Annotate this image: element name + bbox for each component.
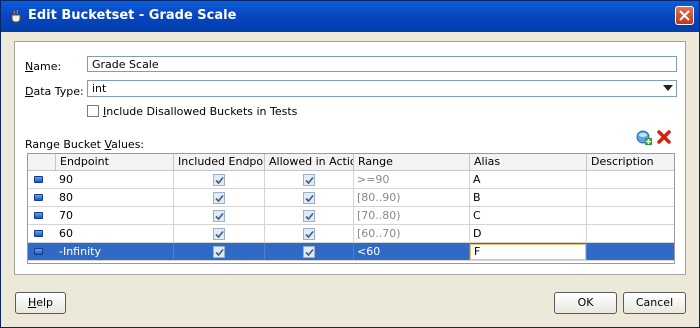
- checkmark-icon: [215, 212, 224, 221]
- column-header[interactable]: Description: [587, 154, 674, 170]
- range-cell: [60..70): [354, 225, 470, 242]
- range-cell: [70..80): [354, 207, 470, 224]
- table-row[interactable]: 90 >=90 A: [28, 171, 674, 189]
- included-endpoint-cell: [174, 207, 265, 224]
- included-endpoint-cell: [174, 171, 265, 188]
- column-header[interactable]: Alias: [470, 154, 587, 170]
- name-field[interactable]: Grade Scale: [87, 56, 677, 72]
- alias-cell[interactable]: C: [470, 207, 587, 224]
- title-bar[interactable]: Edit Bucketset - Grade Scale: [1, 1, 699, 32]
- allowed-in-actions-cell: [265, 225, 354, 242]
- checkmark-icon: [215, 248, 224, 257]
- column-header[interactable]: Endpoint: [56, 154, 174, 170]
- column-header[interactable]: Included Endpoint: [174, 154, 265, 170]
- table-row[interactable]: 80 [80..90) B: [28, 189, 674, 207]
- chevron-down-icon: [663, 85, 673, 91]
- alias-cell[interactable]: D: [470, 225, 587, 242]
- data-type-label: Data Type:: [25, 85, 84, 98]
- window-title: Edit Bucketset - Grade Scale: [28, 8, 237, 23]
- row-marker-icon: [34, 230, 43, 237]
- range-bucket-values-label: Range Bucket Values:: [25, 138, 145, 151]
- row-marker-icon: [34, 194, 43, 201]
- close-icon: [679, 10, 690, 21]
- column-header[interactable]: Range: [354, 154, 470, 170]
- row-marker-icon: [34, 212, 43, 219]
- allowed-in-actions-checkbox[interactable]: [303, 246, 315, 258]
- included-endpoint-cell: [174, 243, 265, 260]
- included-endpoint-checkbox[interactable]: [213, 192, 225, 204]
- description-cell[interactable]: [587, 189, 674, 206]
- checkmark-icon: [305, 248, 314, 257]
- endpoint-cell[interactable]: -Infinity: [56, 243, 174, 260]
- allowed-in-actions-checkbox[interactable]: [303, 192, 315, 204]
- table-header: Endpoint Included Endpoint Allowed in Ac…: [28, 154, 674, 171]
- checkmark-icon: [305, 230, 314, 239]
- close-button[interactable]: [675, 6, 694, 25]
- app-cup-icon: [11, 9, 22, 23]
- range-cell: <60: [354, 243, 470, 260]
- alias-cell[interactable]: B: [470, 189, 587, 206]
- checkmark-icon: [305, 212, 314, 221]
- checkmark-icon: [305, 176, 314, 185]
- endpoint-cell[interactable]: 90: [56, 171, 174, 188]
- name-label: Name:: [25, 60, 62, 73]
- included-endpoint-cell: [174, 189, 265, 206]
- delete-bucket-icon[interactable]: [656, 129, 672, 145]
- range-cell: >=90: [354, 171, 470, 188]
- included-endpoint-checkbox[interactable]: [213, 246, 225, 258]
- range-cell: [80..90): [354, 189, 470, 206]
- description-cell[interactable]: [587, 207, 674, 224]
- included-endpoint-cell: [174, 225, 265, 242]
- allowed-in-actions-cell: [265, 207, 354, 224]
- include-disallowed-checkbox[interactable]: [87, 105, 99, 117]
- range-bucket-table: Endpoint Included Endpoint Allowed in Ac…: [27, 153, 675, 264]
- include-disallowed-label: Include Disallowed Buckets in Tests: [103, 105, 298, 118]
- table-row[interactable]: 60 [60..70) D: [28, 225, 674, 243]
- edit-bucketset-dialog: Edit Bucketset - Grade Scale Name: Grade…: [0, 0, 700, 328]
- checkmark-icon: [215, 176, 224, 185]
- data-type-select[interactable]: int: [87, 80, 677, 97]
- allowed-in-actions-checkbox[interactable]: [303, 174, 315, 186]
- alias-edit-field[interactable]: F: [470, 244, 586, 260]
- row-marker-header: [28, 154, 56, 170]
- allowed-in-actions-checkbox[interactable]: [303, 210, 315, 222]
- ok-button[interactable]: OK: [554, 292, 617, 314]
- row-marker-icon: [34, 176, 43, 183]
- endpoint-cell[interactable]: 60: [56, 225, 174, 242]
- column-header[interactable]: Allowed in Actions: [265, 154, 354, 170]
- alias-cell[interactable]: F: [470, 243, 587, 260]
- alias-cell[interactable]: A: [470, 171, 587, 188]
- included-endpoint-checkbox[interactable]: [213, 228, 225, 240]
- endpoint-cell[interactable]: 80: [56, 189, 174, 206]
- allowed-in-actions-cell: [265, 243, 354, 260]
- included-endpoint-checkbox[interactable]: [213, 210, 225, 222]
- endpoint-cell[interactable]: 70: [56, 207, 174, 224]
- allowed-in-actions-cell: [265, 189, 354, 206]
- checkmark-icon: [305, 194, 314, 203]
- cancel-button[interactable]: Cancel: [623, 292, 686, 314]
- description-cell[interactable]: [587, 171, 674, 188]
- included-endpoint-checkbox[interactable]: [213, 174, 225, 186]
- description-cell[interactable]: [587, 225, 674, 242]
- checkmark-icon: [215, 194, 224, 203]
- dialog-content: Name: Grade Scale Data Type: int Include…: [14, 41, 686, 275]
- checkmark-icon: [215, 230, 224, 239]
- allowed-in-actions-cell: [265, 171, 354, 188]
- table-row-selected[interactable]: -Infinity <60 F: [28, 243, 674, 261]
- description-cell[interactable]: [587, 243, 674, 260]
- table-row[interactable]: 70 [70..80) C: [28, 207, 674, 225]
- help-button[interactable]: Help: [15, 292, 66, 314]
- row-marker-icon: [34, 248, 43, 255]
- allowed-in-actions-checkbox[interactable]: [303, 228, 315, 240]
- add-bucket-icon[interactable]: [636, 129, 652, 145]
